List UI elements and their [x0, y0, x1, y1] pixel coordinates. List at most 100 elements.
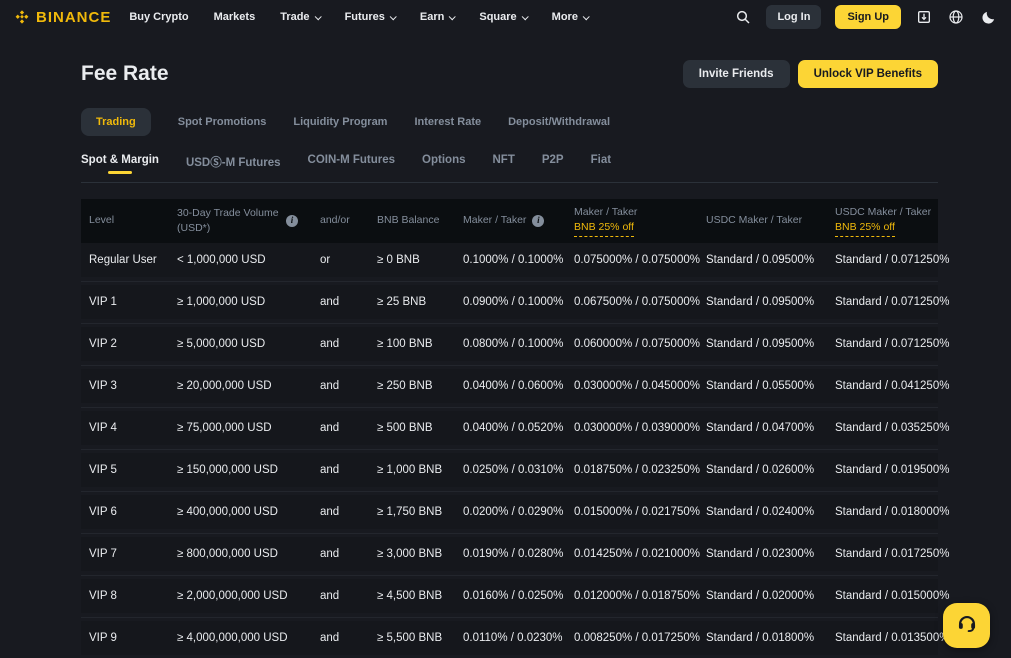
chevron-down-icon — [314, 13, 321, 20]
fee-table-row: VIP 5 ≥ 150,000,000 USD and ≥ 1,000 BNB … — [81, 453, 938, 487]
cell-bnb-balance: ≥ 1,750 BNB — [369, 506, 455, 518]
col-usdc-maker-taker: USDC Maker / Taker — [698, 213, 827, 228]
cell-level: VIP 1 — [81, 296, 169, 308]
cell-trade-volume: ≥ 800,000,000 USD — [169, 548, 312, 560]
binance-logo[interactable]: BINANCE — [14, 9, 111, 26]
cell-bnb-balance: ≥ 1,000 BNB — [369, 464, 455, 476]
col-andor: and/or — [312, 213, 369, 228]
cell-level: VIP 7 — [81, 548, 169, 560]
cell-andor: and — [312, 422, 369, 434]
col-level: Level — [81, 213, 169, 228]
nav-item-buy-crypto[interactable]: Buy Crypto — [129, 11, 188, 23]
globe-icon[interactable] — [947, 8, 965, 26]
col-maker-taker-bnb-off: Maker / Taker BNB 25% off — [566, 205, 698, 237]
nav-item-markets[interactable]: Markets — [214, 11, 256, 23]
cell-bnb-balance: ≥ 25 BNB — [369, 296, 455, 308]
nav-menu: Buy Crypto Markets Trade Futures Earn Sq… — [129, 11, 588, 23]
tab-trading[interactable]: Trading — [81, 108, 151, 136]
cell-trade-volume: ≥ 2,000,000,000 USD — [169, 590, 312, 602]
fee-table-row: VIP 7 ≥ 800,000,000 USD and ≥ 3,000 BNB … — [81, 537, 938, 571]
cell-andor: and — [312, 506, 369, 518]
tab-deposit-withdrawal[interactable]: Deposit/Withdrawal — [508, 108, 610, 136]
nav-item-more[interactable]: More — [552, 11, 588, 23]
cell-bnb-balance: ≥ 4,500 BNB — [369, 590, 455, 602]
main-content: Fee Rate Invite Friends Unlock VIP Benef… — [81, 60, 938, 655]
cell-maker-taker-bnb-off: 0.030000% / 0.039000% — [566, 422, 698, 434]
cell-usdc-maker-taker: Standard / 0.09500% — [698, 296, 827, 308]
cell-bnb-balance: ≥ 250 BNB — [369, 380, 455, 392]
usdc-bnb-discount-link[interactable]: BNB 25% off — [835, 220, 895, 237]
bnb-discount-link[interactable]: BNB 25% off — [574, 220, 634, 237]
nav-item-trade[interactable]: Trade — [280, 11, 319, 23]
cell-bnb-balance: ≥ 5,500 BNB — [369, 632, 455, 644]
fee-table-row: VIP 4 ≥ 75,000,000 USD and ≥ 500 BNB 0.0… — [81, 411, 938, 445]
cell-level: VIP 3 — [81, 380, 169, 392]
login-button[interactable]: Log In — [766, 5, 821, 29]
maker-taker-info-icon[interactable]: i — [532, 215, 544, 227]
cell-maker-taker-bnb-off: 0.012000% / 0.018750% — [566, 590, 698, 602]
cell-maker-taker: 0.0160% / 0.0250% — [455, 590, 566, 602]
download-app-icon[interactable] — [915, 8, 933, 26]
binance-logo-text: BINANCE — [36, 9, 111, 26]
chevron-down-icon — [583, 13, 590, 20]
cell-maker-taker: 0.0250% / 0.0310% — [455, 464, 566, 476]
page-title: Fee Rate — [81, 62, 169, 86]
subtab-spot-margin[interactable]: Spot & Margin — [81, 150, 159, 178]
subtab-nft[interactable]: NFT — [493, 150, 515, 178]
cell-level: Regular User — [81, 254, 169, 266]
tab-spot-promotions[interactable]: Spot Promotions — [178, 108, 267, 136]
cell-andor: and — [312, 338, 369, 350]
cell-level: VIP 2 — [81, 338, 169, 350]
cell-usdc-maker-taker-bnb-off: Standard / 0.019500% — [827, 464, 938, 476]
cell-andor: and — [312, 464, 369, 476]
tab-interest-rate[interactable]: Interest Rate — [414, 108, 481, 136]
support-chat-button[interactable] — [943, 603, 990, 648]
cell-maker-taker-bnb-off: 0.060000% / 0.075000% — [566, 338, 698, 350]
cell-maker-taker: 0.0900% / 0.1000% — [455, 296, 566, 308]
cell-andor: and — [312, 590, 369, 602]
cell-maker-taker-bnb-off: 0.008250% / 0.017250% — [566, 632, 698, 644]
cell-usdc-maker-taker: Standard / 0.09500% — [698, 338, 827, 350]
tab-liquidity-program[interactable]: Liquidity Program — [293, 108, 387, 136]
invite-friends-button[interactable]: Invite Friends — [683, 60, 790, 88]
fee-table-body: Regular User < 1,000,000 USD or ≥ 0 BNB … — [81, 243, 938, 655]
cell-maker-taker-bnb-off: 0.067500% / 0.075000% — [566, 296, 698, 308]
signup-button[interactable]: Sign Up — [835, 5, 901, 29]
binance-logo-icon — [14, 9, 30, 25]
subtab-fiat[interactable]: Fiat — [591, 150, 611, 178]
subtab-p2p[interactable]: P2P — [542, 150, 564, 178]
cell-level: VIP 6 — [81, 506, 169, 518]
unlock-vip-benefits-button[interactable]: Unlock VIP Benefits — [798, 60, 938, 88]
search-icon[interactable] — [734, 8, 752, 26]
cell-usdc-maker-taker: Standard / 0.04700% — [698, 422, 827, 434]
cell-usdc-maker-taker-bnb-off: Standard / 0.018000% — [827, 506, 938, 518]
cell-usdc-maker-taker-bnb-off: Standard / 0.015000% — [827, 590, 938, 602]
nav-item-futures[interactable]: Futures — [345, 11, 395, 23]
cell-usdc-maker-taker-bnb-off: Standard / 0.071250% — [827, 296, 938, 308]
nav-item-earn[interactable]: Earn — [420, 11, 454, 23]
col-usdc-maker-taker-bnb-off: USDC Maker / Taker BNB 25% off — [827, 205, 938, 237]
chevron-down-icon — [449, 13, 456, 20]
cell-usdc-maker-taker-bnb-off: Standard / 0.041250% — [827, 380, 938, 392]
trade-volume-info-icon[interactable]: i — [286, 215, 298, 227]
cell-trade-volume: ≥ 75,000,000 USD — [169, 422, 312, 434]
cell-bnb-balance: ≥ 3,000 BNB — [369, 548, 455, 560]
cell-usdc-maker-taker-bnb-off: Standard / 0.035250% — [827, 422, 938, 434]
cell-maker-taker: 0.0400% / 0.0600% — [455, 380, 566, 392]
top-navigation: BINANCE Buy Crypto Markets Trade Futures… — [0, 0, 1011, 34]
cell-level: VIP 9 — [81, 632, 169, 644]
cell-level: VIP 4 — [81, 422, 169, 434]
col-maker-taker: Maker / Taker i — [455, 213, 566, 228]
cell-maker-taker-bnb-off: 0.018750% / 0.023250% — [566, 464, 698, 476]
subtab-coin-m-futures[interactable]: COIN-M Futures — [308, 150, 396, 178]
subtab-options[interactable]: Options — [422, 150, 465, 178]
cell-maker-taker: 0.0190% / 0.0280% — [455, 548, 566, 560]
col-trade-volume: 30-Day Trade Volume (USD*) i — [169, 206, 312, 236]
subtab-usd-m-futures[interactable]: USDⓈ-M Futures — [186, 150, 281, 182]
chevron-down-icon — [390, 13, 397, 20]
nav-item-square[interactable]: Square — [479, 11, 526, 23]
moon-icon[interactable] — [979, 8, 997, 26]
cell-maker-taker-bnb-off: 0.075000% / 0.075000% — [566, 254, 698, 266]
cell-maker-taker-bnb-off: 0.030000% / 0.045000% — [566, 380, 698, 392]
cell-trade-volume: ≥ 1,000,000 USD — [169, 296, 312, 308]
